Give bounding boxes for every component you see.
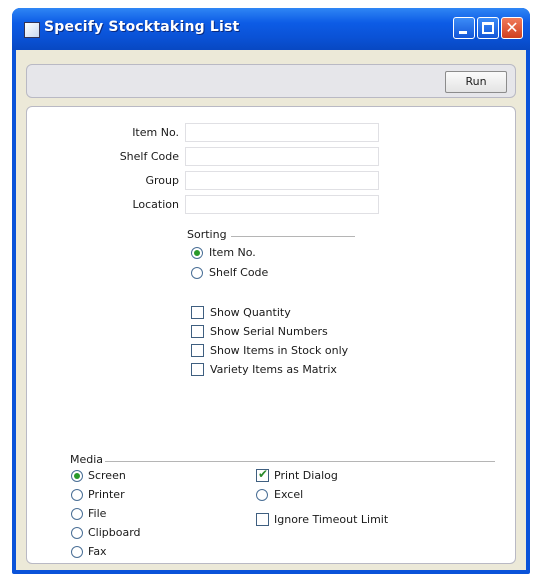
group-label: Group — [145, 174, 180, 187]
shelf-code-label: Shelf Code — [119, 150, 179, 163]
media-excel-radio[interactable] — [256, 489, 268, 501]
location-field[interactable] — [185, 195, 379, 214]
item-no-label: Item No. — [132, 126, 179, 139]
media-fax-label: Fax — [88, 545, 107, 558]
item-no-field[interactable] — [185, 123, 379, 142]
variety-items-matrix-checkbox[interactable] — [191, 363, 204, 376]
sort-item-no-label: Item No. — [209, 246, 256, 259]
media-printer-label: Printer — [88, 488, 125, 501]
sorting-divider — [231, 236, 355, 237]
close-button[interactable]: ✕ — [501, 17, 523, 39]
run-button[interactable]: Run — [445, 71, 507, 93]
media-clipboard-label: Clipboard — [88, 526, 141, 539]
show-serial-numbers-checkbox[interactable] — [191, 325, 204, 338]
show-items-in-stock-checkbox[interactable] — [191, 344, 204, 357]
print-dialog-checkbox[interactable]: ✔ — [256, 467, 269, 482]
sort-item-no-radio[interactable] — [191, 247, 203, 259]
media-file-radio[interactable] — [71, 508, 83, 520]
media-divider — [105, 461, 495, 462]
group-field[interactable] — [185, 171, 379, 190]
minimize-button[interactable] — [453, 17, 475, 39]
location-label: Location — [132, 198, 179, 211]
maximize-button[interactable] — [477, 17, 499, 39]
show-serial-numbers-label: Show Serial Numbers — [210, 325, 328, 338]
variety-items-matrix-label: Variety Items as Matrix — [210, 363, 337, 376]
sort-shelf-code-radio[interactable] — [191, 267, 203, 279]
ignore-timeout-label: Ignore Timeout Limit — [274, 513, 389, 526]
ignore-timeout-checkbox[interactable] — [256, 513, 269, 526]
media-screen-label: Screen — [88, 469, 126, 482]
options-panel: Item No. Shelf Code Group Location Sorti… — [26, 106, 516, 564]
sort-shelf-code-label: Shelf Code — [209, 266, 269, 279]
sorting-heading: Sorting — [187, 228, 227, 241]
media-excel-label: Excel — [274, 488, 304, 501]
close-icon: ✕ — [505, 18, 519, 37]
media-file-label: File — [88, 507, 107, 520]
checkmark-icon: ✔ — [257, 467, 269, 481]
window-title: Specify Stocktaking List — [44, 19, 240, 35]
media-clipboard-radio[interactable] — [71, 527, 83, 539]
media-fax-radio[interactable] — [71, 546, 83, 558]
dialog-window: Specify Stocktaking List ✕ Run Item No. … — [12, 8, 530, 574]
show-quantity-label: Show Quantity — [210, 306, 291, 319]
minimize-icon — [459, 31, 467, 34]
print-dialog-label: Print Dialog — [274, 469, 338, 482]
media-heading: Media — [70, 453, 104, 466]
title-bar[interactable]: Specify Stocktaking List ✕ — [12, 8, 530, 50]
app-icon — [24, 22, 40, 38]
media-screen-radio[interactable] — [71, 470, 83, 482]
maximize-icon — [482, 22, 494, 34]
show-quantity-checkbox[interactable] — [191, 306, 204, 319]
media-printer-radio[interactable] — [71, 489, 83, 501]
show-items-in-stock-label: Show Items in Stock only — [210, 344, 349, 357]
dialog-body: Run Item No. Shelf Code Group Location S… — [16, 50, 526, 570]
shelf-code-field[interactable] — [185, 147, 379, 166]
button-bar: Run — [26, 64, 516, 98]
